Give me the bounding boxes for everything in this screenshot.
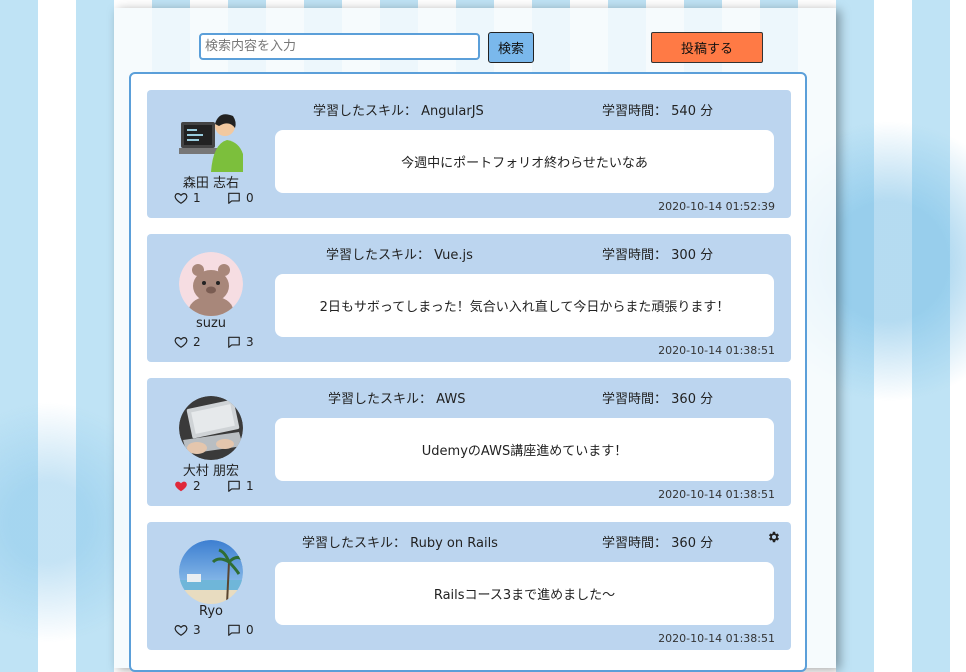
- like-button[interactable]: 3: [174, 623, 201, 637]
- comment-button[interactable]: 0: [227, 623, 254, 637]
- comment-icon: [228, 192, 240, 204]
- skill-value: AWS: [436, 392, 466, 407]
- skill-line: 学習したスキル： Vue.js: [326, 244, 473, 263]
- post-card: 森田 志右 1 0 学習したスキル： AngularJS 学習時間： 540 分…: [147, 90, 791, 218]
- like-count: 1: [193, 191, 201, 205]
- hours-value: 300: [671, 248, 696, 263]
- skill-label: 学習したスキル：: [326, 248, 431, 263]
- beach-photo-avatar[interactable]: [179, 540, 243, 604]
- comment-button[interactable]: 1: [227, 479, 254, 493]
- skill-line: 学習したスキル： AngularJS: [313, 100, 484, 119]
- hours-line: 学習時間： 540 分: [602, 100, 713, 119]
- hours-value: 360: [671, 536, 696, 551]
- laptop-photo-avatar[interactable]: [179, 396, 243, 460]
- post-card: Ryo 3 0 学習したスキル： Ruby on Rails 学習時間： 360…: [147, 522, 791, 650]
- skill-value: Vue.js: [434, 248, 473, 263]
- username[interactable]: suzu: [147, 316, 275, 331]
- username[interactable]: 森田 志右: [147, 172, 275, 191]
- search-button[interactable]: 検索: [488, 32, 534, 63]
- like-count: 3: [193, 623, 201, 637]
- comment-count: 3: [246, 335, 254, 349]
- post-timestamp: 2020-10-14 01:38:51: [658, 632, 775, 645]
- gear-icon[interactable]: [767, 530, 781, 544]
- comment-icon: [228, 624, 240, 636]
- post-message[interactable]: Railsコース3まで進めました〜: [275, 562, 774, 625]
- post-message[interactable]: 2日もサボってしまった！気合い入れ直して今日からまた頑張ります！: [275, 274, 774, 337]
- post-button[interactable]: 投稿する: [651, 32, 763, 63]
- heart-outline-icon: [174, 337, 188, 348]
- skill-label: 学習したスキル：: [328, 392, 433, 407]
- hours-unit: 分: [700, 248, 714, 263]
- heart-outline-icon: [174, 625, 188, 636]
- comment-icon: [228, 480, 240, 492]
- comment-icon: [228, 336, 240, 348]
- hours-line: 学習時間： 360 分: [602, 532, 713, 551]
- hours-label: 学習時間：: [602, 104, 668, 119]
- hours-value: 360: [671, 392, 696, 407]
- like-button[interactable]: 2: [174, 335, 201, 349]
- bear-avatar[interactable]: [179, 252, 243, 316]
- hours-line: 学習時間： 360 分: [602, 388, 713, 407]
- search-input[interactable]: [199, 33, 480, 60]
- username[interactable]: 大村 朋宏: [147, 460, 275, 479]
- skill-label: 学習したスキル：: [302, 536, 407, 551]
- hours-label: 学習時間：: [602, 248, 668, 263]
- heart-filled-icon: [175, 481, 187, 492]
- heart-outline-icon: [174, 193, 188, 204]
- like-button[interactable]: 1: [174, 191, 201, 205]
- skill-line: 学習したスキル： Ruby on Rails: [302, 532, 498, 551]
- programmer-avatar[interactable]: [179, 108, 243, 172]
- hours-unit: 分: [700, 104, 714, 119]
- hours-unit: 分: [700, 536, 714, 551]
- post-timestamp: 2020-10-14 01:38:51: [658, 344, 775, 357]
- comment-count: 0: [246, 191, 254, 205]
- post-card: suzu 2 3 学習したスキル： Vue.js 学習時間： 300 分 2日も…: [147, 234, 791, 362]
- username[interactable]: Ryo: [147, 604, 275, 619]
- hours-unit: 分: [700, 392, 714, 407]
- hours-label: 学習時間：: [602, 392, 668, 407]
- comment-count: 0: [246, 623, 254, 637]
- skill-value: AngularJS: [421, 104, 484, 119]
- skill-value: Ruby on Rails: [410, 536, 498, 551]
- comment-button[interactable]: 3: [227, 335, 254, 349]
- post-timestamp: 2020-10-14 01:52:39: [658, 200, 775, 213]
- like-button[interactable]: 2: [174, 479, 201, 493]
- like-count: 2: [193, 335, 201, 349]
- post-message[interactable]: 今週中にポートフォリオ終わらせたいなあ: [275, 130, 774, 193]
- post-message[interactable]: UdemyのAWS講座進めています！: [275, 418, 774, 481]
- comment-count: 1: [246, 479, 254, 493]
- hours-label: 学習時間：: [602, 536, 668, 551]
- skill-line: 学習したスキル： AWS: [328, 388, 465, 407]
- like-count: 2: [193, 479, 201, 493]
- hours-line: 学習時間： 300 分: [602, 244, 713, 263]
- comment-button[interactable]: 0: [227, 191, 254, 205]
- post-card: 大村 朋宏 2 1 学習したスキル： AWS 学習時間： 360 分 Udemy…: [147, 378, 791, 506]
- post-timestamp: 2020-10-14 01:38:51: [658, 488, 775, 501]
- skill-label: 学習したスキル：: [313, 104, 418, 119]
- hours-value: 540: [671, 104, 696, 119]
